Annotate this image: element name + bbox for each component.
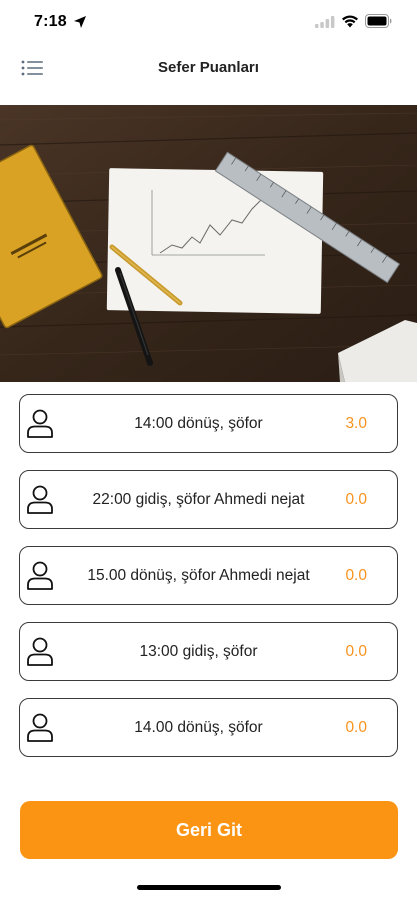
trip-score: 0.0 [345, 491, 367, 508]
user-icon [27, 713, 53, 742]
status-bar: 7:18 [0, 0, 417, 44]
hero-image [0, 105, 417, 382]
trip-label: 13:00 gidiş, şöfor [139, 643, 258, 660]
status-time: 7:18 [34, 13, 67, 30]
user-icon [27, 409, 53, 438]
user-icon [27, 485, 53, 514]
rating-card[interactable]: 14.00 dönüş, şöfor 0.0 [19, 698, 398, 757]
trip-label: 14:00 dönüş, şöfor [134, 415, 263, 432]
trip-label: 22:00 gidiş, şöfor Ahmedi nejat [92, 491, 305, 508]
rating-list: 14:00 dönüş, şöfor 3.0 22:00 gidiş, şöfo… [19, 394, 398, 774]
user-icon [27, 561, 53, 590]
back-button[interactable]: Geri Git [20, 801, 398, 859]
trip-label: 15.00 dönüş, şöfor Ahmedi nejat [87, 567, 310, 584]
rating-card[interactable]: 15.00 dönüş, şöfor Ahmedi nejat 0.0 [19, 546, 398, 605]
trip-score: 3.0 [345, 415, 367, 432]
home-indicator[interactable] [137, 885, 281, 890]
trip-score: 0.0 [345, 643, 367, 660]
user-icon [27, 637, 53, 666]
trip-score: 0.0 [345, 567, 367, 584]
rating-card[interactable]: 14:00 dönüş, şöfor 3.0 [19, 394, 398, 453]
location-arrow-icon [74, 16, 86, 28]
rating-card[interactable]: 13:00 gidiş, şöfor 0.0 [19, 622, 398, 681]
battery-icon [365, 14, 392, 28]
screen: 7:18 Sefer Puanları 14:00 dönüş, şöfor 3… [0, 0, 417, 900]
trip-label: 14.00 dönüş, şöfor [134, 719, 263, 736]
rating-card[interactable]: 22:00 gidiş, şöfor Ahmedi nejat 0.0 [19, 470, 398, 529]
desk-photo [0, 105, 417, 382]
trip-score: 0.0 [345, 719, 367, 736]
cellular-signal-icon [315, 16, 335, 28]
nav-bar: Sefer Puanları [0, 44, 417, 104]
wifi-icon [342, 15, 358, 28]
page-title: Sefer Puanları [158, 59, 259, 76]
